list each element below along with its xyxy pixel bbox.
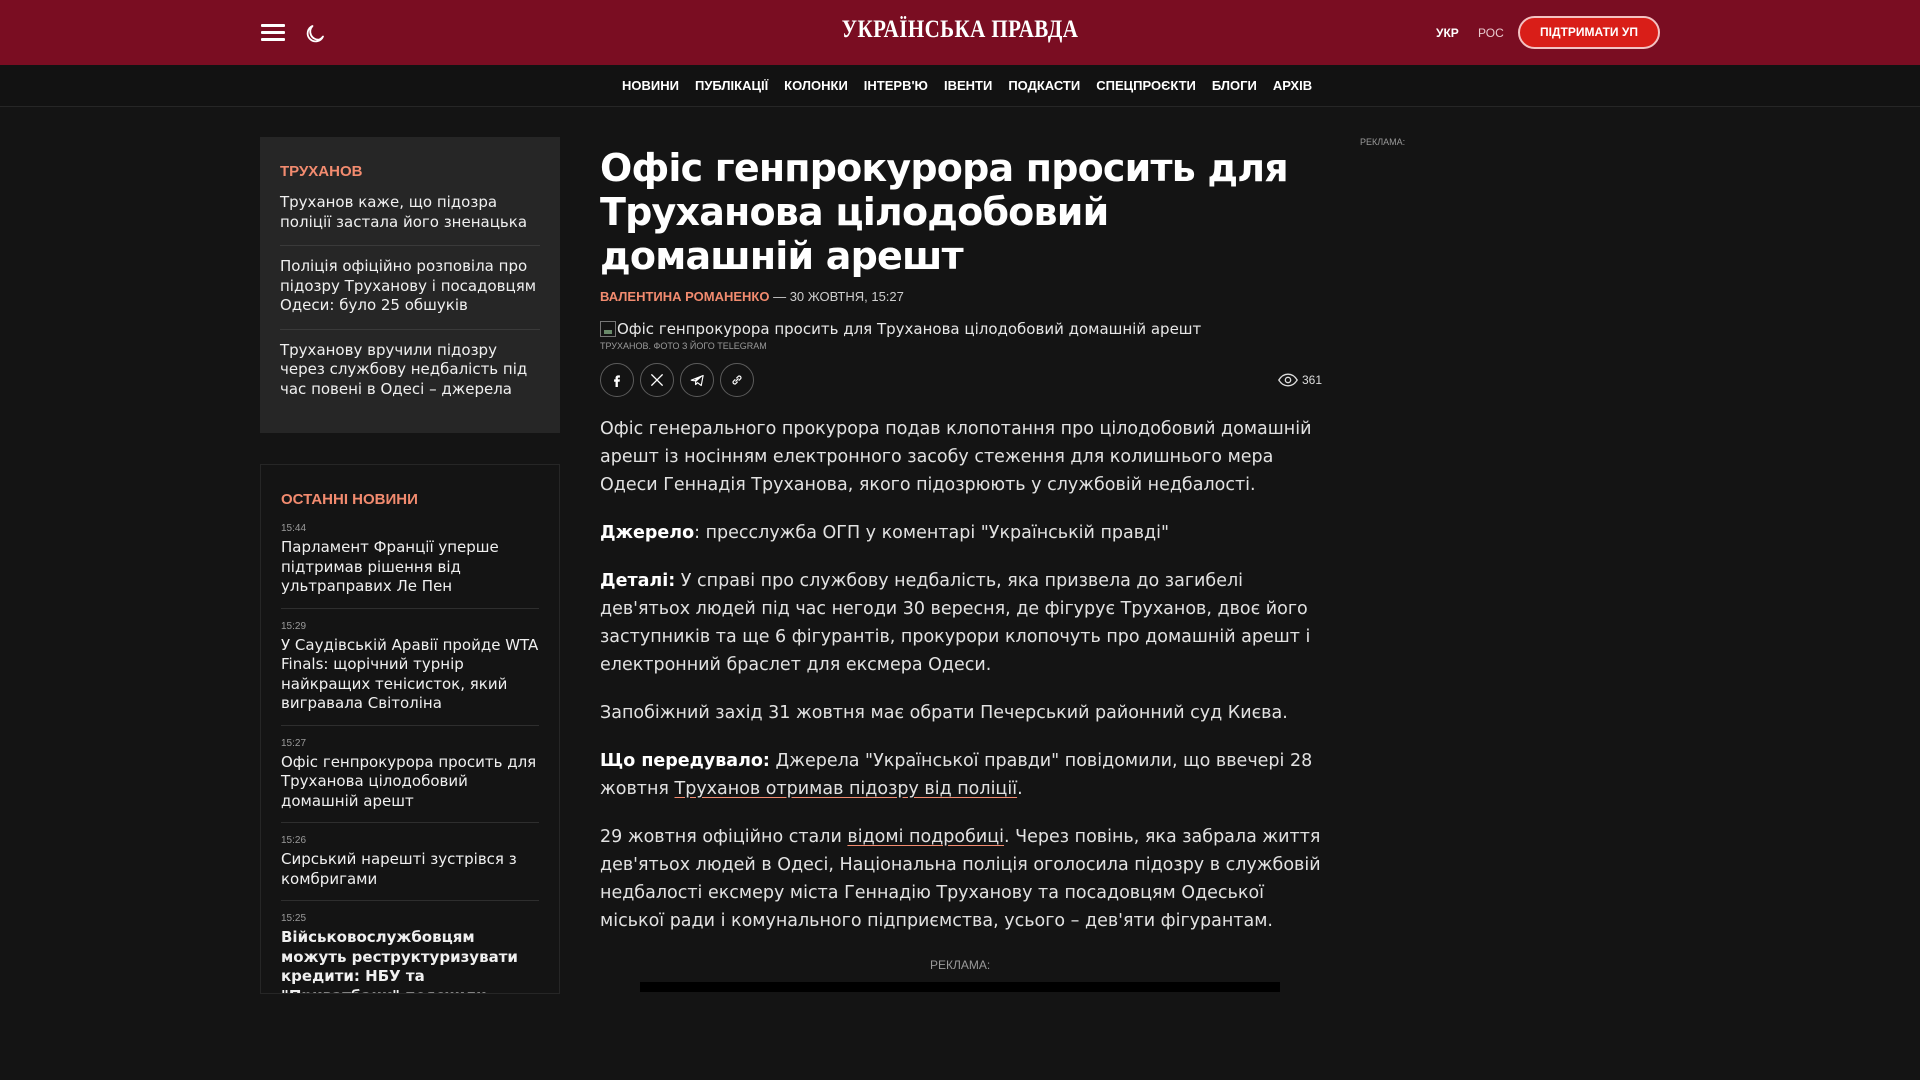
- topic-card-item[interactable]: Труханов каже, що підозра поліції застал…: [280, 193, 540, 246]
- x-share-button[interactable]: [640, 363, 674, 397]
- news-headline[interactable]: У Саудівській Аравії пройде WTA Finals: …: [281, 636, 539, 714]
- article: Офіс генпрокурора просить для Труханова …: [600, 146, 1322, 955]
- page-bottom: [0, 994, 1920, 1080]
- article-date: — 30 ЖОВТНЯ, 15:27: [769, 289, 904, 304]
- facebook-icon: [614, 375, 620, 387]
- news-time: 15:25: [281, 913, 307, 924]
- latest-news-title: ОСТАННІ НОВИНИ: [281, 491, 418, 508]
- paragraph-3: Деталі: У справі про службову недбалість…: [600, 567, 1322, 679]
- nav-item-archive[interactable]: АРХІВ: [1273, 78, 1312, 93]
- article-image-alt: Офіс генпрокурора просить для Труханова …: [617, 320, 1202, 338]
- paragraph-4: Запобіжний захід 31 жовтня має обрати Пе…: [600, 703, 1288, 723]
- paragraph-end: .: [1017, 779, 1023, 799]
- copy-link-button[interactable]: [720, 363, 754, 397]
- article-byline: ВАЛЕНТИНА РОМАНЕНКО — 30 ЖОВТНЯ, 15:27: [600, 289, 1322, 304]
- news-headline[interactable]: Військовослужбовцям можуть реструктуризу…: [281, 928, 539, 993]
- share-row: 361: [600, 363, 1322, 397]
- ad-label-center: РЕКЛАМА:: [930, 958, 991, 972]
- nav-item-events[interactable]: ІВЕНТИ: [944, 78, 992, 93]
- facebook-share-button[interactable]: [600, 363, 634, 397]
- source-label: Джерело: [600, 523, 695, 543]
- main-nav: НОВИНИ ПУБЛІКАЦІЇ КОЛОНКИ ІНТЕРВ'Ю ІВЕНТ…: [0, 65, 1920, 107]
- ad-label-right: РЕКЛАМА:: [1360, 137, 1406, 147]
- details-text: У справі про службову недбалість, яка пр…: [600, 571, 1311, 675]
- paragraph-1: Офіс генерального прокурора подав клопот…: [600, 419, 1312, 495]
- news-time: 15:26: [281, 835, 307, 846]
- nav-item-blogs[interactable]: БЛОГИ: [1212, 78, 1257, 93]
- news-item[interactable]: 15:44 Парламент Франції уперше підтримав…: [281, 523, 539, 609]
- news-headline[interactable]: Парламент Франції уперше підтримав рішен…: [281, 538, 539, 597]
- image-caption: Труханов. Фото з його Telegram: [600, 341, 767, 351]
- news-item[interactable]: 15:27 Офіс генпрокурора просить для Трух…: [281, 737, 539, 823]
- news-headline[interactable]: Офіс генпрокурора просить для Труханова …: [281, 753, 539, 812]
- lang-ukr-link[interactable]: УКР: [1436, 26, 1459, 40]
- ad-banner[interactable]: [640, 982, 1280, 992]
- link-icon: [732, 375, 742, 385]
- menu-icon[interactable]: [261, 24, 285, 41]
- article-image: Офіс генпрокурора просить для Труханова …: [600, 320, 1322, 338]
- news-time: 15:44: [281, 523, 307, 534]
- eye-icon: [1278, 373, 1298, 387]
- topic-card-item[interactable]: Поліція офіційно розповіла про підозру Т…: [280, 257, 540, 330]
- suspicion-link[interactable]: Труханов отримав підозру від поліції: [675, 779, 1018, 799]
- source-text: : пресслужба ОГП у коментарі "Українські…: [694, 523, 1170, 543]
- paragraph-6: 29 жовтня офіційно стали відомі подробиц…: [600, 823, 1322, 935]
- broken-image-icon: [600, 321, 616, 337]
- paragraph-2: Джерело: пресслужба ОГП у коментарі "Укр…: [600, 519, 1322, 547]
- paragraph-6-start: 29 жовтня офіційно стали: [600, 827, 848, 847]
- telegram-share-button[interactable]: [680, 363, 714, 397]
- details-label: Деталі:: [600, 571, 676, 591]
- x-icon: [651, 374, 663, 386]
- nav-item-podcasts[interactable]: ПОДКАСТИ: [1008, 78, 1080, 93]
- latest-news-panel: ОСТАННІ НОВИНИ 15:44 Парламент Франції у…: [260, 464, 560, 994]
- site-logo[interactable]: УКРАЇНСЬКА ПРАВДА: [792, 16, 1128, 44]
- article-title: Офіс генпрокурора просить для Труханова …: [600, 146, 1289, 278]
- nav-item-news[interactable]: НОВИНИ: [622, 78, 679, 93]
- news-item[interactable]: 15:25 Військовослужбовцям можуть реструк…: [281, 913, 539, 993]
- news-item[interactable]: 15:29 У Саудівській Аравії пройде WTA Fi…: [281, 621, 539, 726]
- telegram-icon: [690, 374, 704, 386]
- news-headline[interactable]: Сирський нарешті зустрівся з комбригами: [281, 850, 539, 889]
- lang-ros-link[interactable]: РОС: [1478, 26, 1504, 40]
- topic-card: ТРУХАНОВ Труханов каже, що підозра поліц…: [260, 137, 560, 433]
- news-time: 15:29: [281, 620, 307, 632]
- background-label: Що передувало:: [600, 751, 770, 771]
- nav-item-special-projects[interactable]: СПЕЦПРОЄКТИ: [1096, 78, 1196, 93]
- nav-item-columns[interactable]: КОЛОНКИ: [784, 78, 848, 93]
- topic-card-item[interactable]: Труханову вручили підозру через службову…: [280, 341, 540, 413]
- nav-item-publications[interactable]: ПУБЛІКАЦІЇ: [695, 78, 768, 93]
- topic-card-title[interactable]: ТРУХАНОВ: [280, 163, 540, 180]
- nav-item-interviews[interactable]: ІНТЕРВ'Ю: [864, 78, 928, 93]
- moon-icon[interactable]: [304, 20, 328, 44]
- article-body: Офіс генерального прокурора подав клопот…: [600, 415, 1322, 935]
- details-link[interactable]: відомі подробиці: [847, 827, 1004, 847]
- news-item[interactable]: 15:26 Сирський нарешті зустрівся з комбр…: [281, 835, 539, 901]
- news-time: 15:27: [281, 737, 307, 749]
- support-button[interactable]: ПІДТРИМАТИ УП: [1518, 16, 1660, 49]
- views-counter: 361: [1278, 373, 1322, 387]
- views-count: 361: [1301, 373, 1322, 387]
- author-link[interactable]: ВАЛЕНТИНА РОМАНЕНКО: [600, 289, 769, 304]
- paragraph-5: Що передувало: Джерела "Української прав…: [600, 747, 1322, 803]
- site-header: УКРАЇНСЬКА ПРАВДА УКР РОС ПІДТРИМАТИ УП: [0, 0, 1920, 65]
